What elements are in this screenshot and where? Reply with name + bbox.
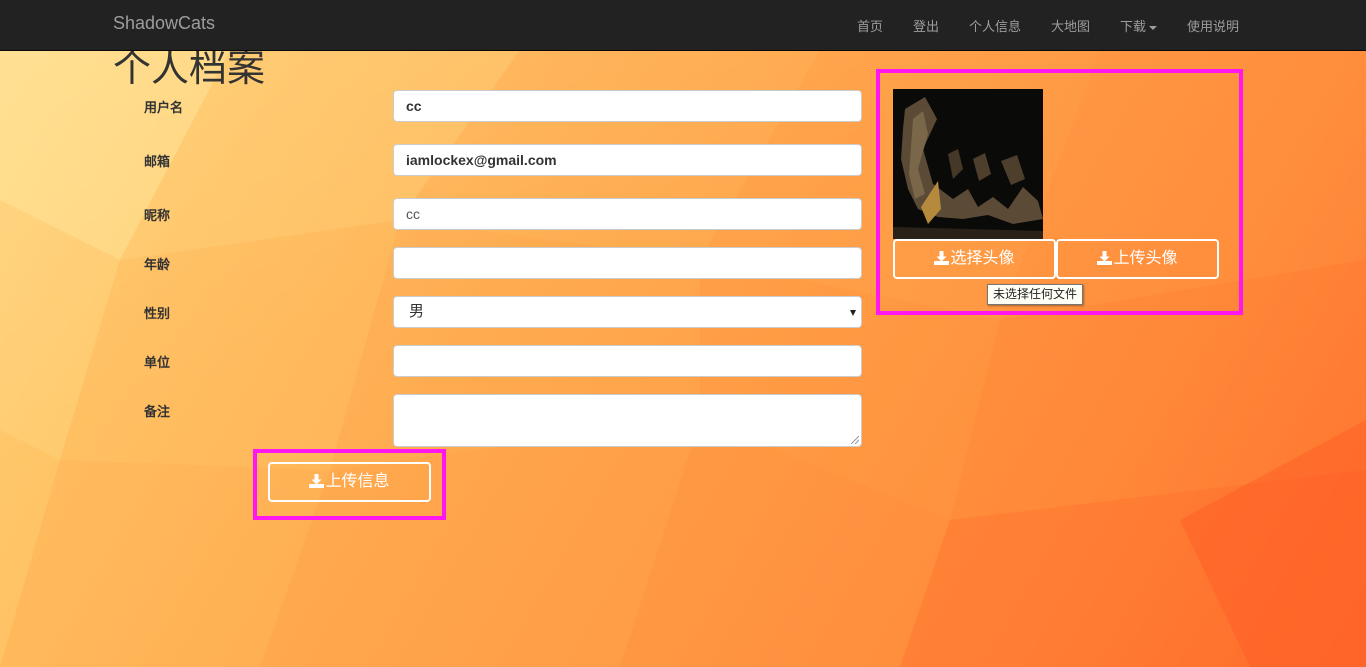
download-icon [934, 251, 950, 265]
nav-profile-link[interactable]: 个人信息 [969, 16, 1021, 35]
upload-info-button[interactable]: 上传信息 [268, 462, 431, 502]
nav-map-link[interactable]: 大地图 [1051, 16, 1090, 35]
company-input[interactable] [393, 345, 862, 377]
age-label: 年龄 [144, 258, 171, 273]
gender-select[interactable]: 男 [393, 296, 862, 328]
select-arrow-icon [850, 310, 856, 316]
email-label: 邮箱 [144, 155, 171, 170]
username-field[interactable]: cc [393, 90, 862, 122]
avatar [893, 89, 1043, 239]
gender-label: 性别 [144, 307, 171, 322]
nickname-label: 昵称 [144, 209, 171, 224]
main-content: 个人档案 用户名 邮箱 昵称 年龄 性别 单位 备注 cc iamlockex@… [0, 0, 1366, 667]
choose-avatar-label: 选择头像 [950, 248, 1015, 267]
nav-download-label: 下载 [1120, 20, 1147, 35]
caret-down-icon [1149, 25, 1158, 30]
nav-download-dropdown[interactable]: 下载 [1120, 16, 1158, 35]
remark-textarea[interactable] [393, 394, 862, 447]
upload-avatar-button[interactable]: 上传头像 [1056, 239, 1219, 279]
email-field[interactable]: iamlockex@gmail.com [393, 144, 862, 176]
nav-home-link[interactable]: 首页 [857, 16, 883, 35]
resize-handle-icon[interactable] [851, 436, 859, 444]
top-navbar: ShadowCats 首页 登出 个人信息 大地图 下载 使用说明 [0, 0, 1366, 51]
nav-logout-link[interactable]: 登出 [913, 16, 939, 35]
download-icon [1097, 251, 1113, 265]
upload-info-label: 上传信息 [325, 471, 390, 490]
username-label: 用户名 [144, 101, 184, 116]
nav-help-link[interactable]: 使用说明 [1187, 16, 1239, 35]
brand-link[interactable]: ShadowCats [113, 13, 215, 34]
gender-selected-value: 男 [409, 303, 425, 320]
download-icon [309, 474, 325, 488]
nickname-input[interactable]: cc [393, 198, 862, 230]
company-label: 单位 [144, 356, 171, 371]
age-input[interactable] [393, 247, 862, 279]
choose-avatar-button[interactable]: 选择头像 [893, 239, 1056, 279]
avatar-image [893, 89, 1043, 239]
file-tooltip: 未选择任何文件 [987, 284, 1084, 305]
remark-label: 备注 [144, 405, 171, 420]
upload-avatar-label: 上传头像 [1113, 248, 1178, 267]
page-title: 个人档案 [113, 46, 266, 90]
